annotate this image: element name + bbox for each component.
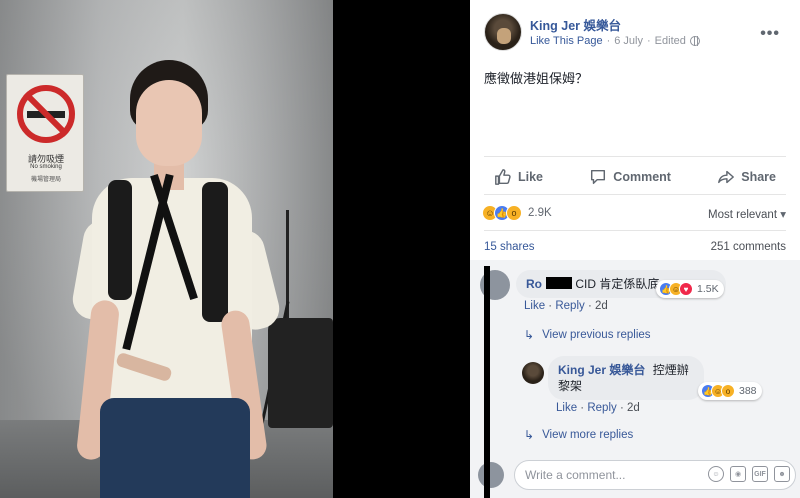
divider: [484, 156, 786, 157]
comment-actions: Like · Reply · 2d: [524, 300, 608, 312]
share-arrow-icon: [718, 170, 735, 184]
reply-age[interactable]: 2d: [627, 402, 640, 414]
reply-arrow-icon: ↳: [524, 428, 535, 442]
reply-arrow-icon: ↳: [524, 328, 535, 342]
post-date[interactable]: 6 July: [614, 35, 643, 47]
viewer-avatar: [478, 462, 504, 488]
backpack-strap: [202, 182, 228, 322]
globe-icon: [689, 36, 700, 46]
sticker-icon[interactable]: ☻: [774, 466, 790, 482]
sort-dropdown[interactable]: Most relevant: [708, 207, 786, 221]
comment-reaction-count: 1.5K: [697, 283, 719, 295]
wow-icon: o: [506, 205, 522, 221]
reaction-icons: ☺ 👍 o: [482, 205, 522, 221]
comment-text: CID 肯定係臥底: [575, 277, 660, 291]
bag: [268, 318, 333, 428]
reply-author[interactable]: King Jer 娛樂台: [558, 363, 645, 377]
comments-count[interactable]: 251 comments: [711, 241, 786, 253]
redaction-bar: [484, 266, 490, 498]
more-options-icon[interactable]: •••: [760, 25, 780, 43]
love-icon: ♥: [679, 282, 693, 296]
comment-age[interactable]: 2d: [595, 300, 608, 312]
post-photo[interactable]: 請勿吸煙 No smoking 機場管理局: [0, 0, 333, 498]
sign-subtitle: No smoking: [30, 164, 62, 170]
camera-icon[interactable]: ◉: [730, 466, 746, 482]
page-name[interactable]: King Jer 娛樂台: [530, 15, 621, 34]
view-previous-label: View previous replies: [542, 329, 651, 341]
redacted-name: [546, 277, 572, 289]
reply-actions: Like · Reply · 2d: [556, 402, 640, 414]
comment-label: Comment: [613, 170, 671, 184]
face: [136, 80, 202, 166]
share-button[interactable]: Share: [717, 164, 776, 190]
reply-bubble: King Jer 娛樂台 控煙辦黎架: [548, 356, 704, 400]
comment-author[interactable]: Ro: [526, 277, 542, 291]
share-label: Share: [741, 170, 776, 184]
jeans: [100, 398, 250, 498]
sign-footer: 機場管理局: [30, 177, 61, 183]
comment-icon: [591, 169, 606, 185]
post-meta: Like This Page · 6 July · Edited: [530, 35, 700, 47]
composer-tools: ☺ ◉ GIF ☻: [708, 466, 790, 482]
comment-reply-link[interactable]: Reply: [555, 300, 584, 312]
shares-count[interactable]: 15 shares: [484, 241, 535, 253]
reply-reaction-count: 388: [739, 385, 757, 397]
gif-icon[interactable]: GIF: [752, 466, 768, 482]
wow-icon: o: [721, 384, 735, 398]
reply-reactions[interactable]: 👍 ☺ o 388: [698, 382, 762, 400]
reactions-count[interactable]: 2.9K: [528, 207, 552, 219]
post-text: 應徵做港姐保姆？: [484, 71, 589, 86]
like-page-link[interactable]: Like This Page: [530, 35, 603, 47]
like-button[interactable]: Like: [494, 164, 543, 190]
emoji-icon[interactable]: ☺: [708, 466, 724, 482]
view-more-label: View more replies: [542, 429, 634, 441]
backpack-strap: [108, 180, 132, 300]
comment-composer: Write a comment... ☺ ◉ GIF ☻: [478, 460, 796, 490]
post-header: King Jer 娛樂台 Like This Page · 6 July · E…: [484, 13, 794, 53]
view-more-replies[interactable]: ↳ View more replies: [524, 428, 633, 442]
facebook-post: King Jer 娛樂台 Like This Page · 6 July · E…: [470, 0, 800, 498]
view-previous-replies[interactable]: ↳ View previous replies: [524, 328, 651, 342]
reply-author-avatar[interactable]: [522, 362, 544, 384]
comment-button[interactable]: Comment: [589, 164, 671, 190]
screenshot: 請勿吸煙 No smoking 機場管理局 King Jer 娛樂台 Like …: [0, 0, 800, 498]
thumbs-up-icon: [495, 169, 511, 185]
reactions-summary[interactable]: ☺ 👍 o 2.9K Most relevant: [482, 204, 788, 224]
edited-label[interactable]: Edited: [655, 35, 686, 47]
meta-separator: ·: [647, 35, 651, 47]
divider: [484, 194, 786, 195]
meta-separator: ·: [606, 35, 611, 47]
reply-reply-link[interactable]: Reply: [587, 402, 616, 414]
black-gap: [333, 0, 470, 498]
divider: [484, 230, 786, 231]
no-smoking-sign: 請勿吸煙 No smoking 機場管理局: [6, 74, 84, 192]
like-label: Like: [518, 170, 544, 184]
comment-like-link[interactable]: Like: [524, 300, 545, 312]
comment-reactions[interactable]: 👍 ☺ ♥ 1.5K: [656, 280, 724, 298]
page-avatar[interactable]: [484, 13, 522, 51]
reply-like-link[interactable]: Like: [556, 402, 577, 414]
post-actions: Like Comment Share: [484, 164, 786, 190]
